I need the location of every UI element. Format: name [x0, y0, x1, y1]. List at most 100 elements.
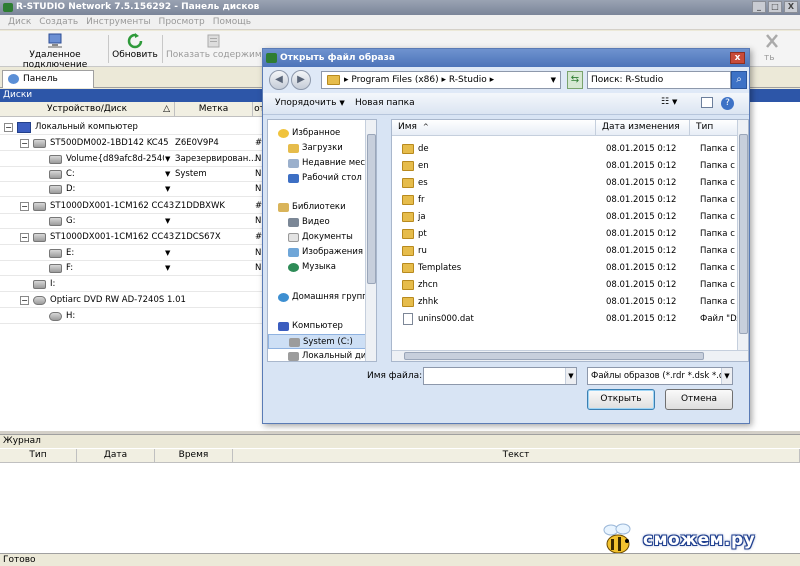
dialog-close-button[interactable]: x [730, 52, 745, 64]
back-button[interactable]: ◀ [269, 70, 289, 90]
tree-row-disk[interactable]: − ST500DM002-1BD142 KC45 Z6E0V9P4 # [0, 136, 265, 151]
tree-label: ST1000DX001-1CM162 CC43 [50, 232, 175, 242]
refresh-button[interactable]: Обновить [112, 33, 158, 65]
file-row[interactable]: fr 08.01.2015 0:12 Папка с фай [392, 192, 748, 209]
window-controls: _ □ X [752, 1, 798, 13]
file-row[interactable]: zhhk 08.01.2015 0:12 Папка с фай [392, 294, 748, 311]
file-row[interactable]: es 08.01.2015 0:12 Папка с фай [392, 175, 748, 192]
file-hscroll-thumb[interactable] [404, 352, 704, 360]
help-icon[interactable]: ? [721, 97, 734, 110]
file-row[interactable]: zhcn 08.01.2015 0:12 Папка с фай [392, 277, 748, 294]
file-vscroll-thumb[interactable] [739, 134, 748, 334]
tree-row-dvd[interactable]: − Optiarc DVD RW AD-7240S 1.01 [0, 293, 265, 308]
journal-col-time[interactable]: Время [155, 449, 233, 463]
nav-libraries[interactable]: Библиотеки [268, 200, 368, 215]
address-dropdown-icon[interactable]: ▼ [551, 72, 556, 88]
tree-row-volume[interactable]: D: ▼ N [0, 182, 265, 197]
search-input[interactable]: Поиск: R-Studio [587, 71, 731, 89]
cancel-button[interactable]: Отмена [665, 389, 733, 410]
file-row[interactable]: ja 08.01.2015 0:12 Папка с фай [392, 209, 748, 226]
watermark-text: сможем.ру [643, 530, 756, 550]
search-icon[interactable]: ⌕ [731, 71, 747, 89]
nav-video[interactable]: Видео [268, 215, 368, 230]
tree-row-volume[interactable]: H: [0, 309, 265, 324]
file-type-dropdown-icon[interactable]: ▼ [721, 368, 732, 384]
nav-music[interactable]: Музыка [268, 260, 368, 275]
address-bar[interactable]: ▸ Program Files (x86) ▸ R-Studio ▸ ▼ [321, 71, 561, 89]
new-folder-button[interactable]: Новая папка [355, 98, 415, 108]
tree-row-volume[interactable]: Volume{d89afc8d-2540-1... ▼ Зарезервиров… [0, 152, 265, 167]
show-contents-label: Показать содержимое [166, 50, 262, 60]
tree-row-local-computer[interactable]: − Локальный компьютер [0, 120, 265, 135]
nav-scrollbar[interactable] [365, 120, 376, 361]
menu-tools[interactable]: Инструменты [82, 17, 154, 27]
file-row[interactable]: en 08.01.2015 0:12 Папка с фай [392, 158, 748, 175]
collapse-icon[interactable]: − [20, 296, 29, 305]
nav-homegroup[interactable]: Домашняя группа [268, 290, 373, 305]
remote-connect-button[interactable]: Удаленное подключение [6, 33, 104, 70]
organize-label: Упорядочить [275, 98, 337, 108]
maximize-button[interactable]: □ [768, 1, 782, 13]
menu-help[interactable]: Помощь [209, 17, 255, 27]
col-date[interactable]: Дата изменения [596, 120, 690, 136]
file-type-select[interactable]: Файлы образов (*.rdr *.dsk *.d [587, 367, 733, 385]
col-name[interactable]: Имя ^ [392, 120, 596, 136]
journal-col-type[interactable]: Тип [0, 449, 77, 463]
tree-row-volume[interactable]: E: ▼ N [0, 246, 265, 261]
tab-disk-panel[interactable]: Панель дисков [2, 70, 94, 100]
nav-desktop[interactable]: Рабочий стол [268, 171, 368, 186]
col-device[interactable]: Устройство/Диск △ [0, 102, 175, 117]
file-row[interactable]: de 08.01.2015 0:12 Папка с фай [392, 141, 748, 158]
nav-favorites[interactable]: Избранное [268, 126, 368, 141]
file-row[interactable]: ru 08.01.2015 0:12 Папка с фай [392, 243, 748, 260]
nav-system-c[interactable]: System (C:) [268, 334, 368, 349]
journal-col-date[interactable]: Дата [77, 449, 155, 463]
preview-pane-icon[interactable] [701, 97, 713, 108]
breadcrumb-part[interactable]: R-Studio [449, 75, 487, 85]
filename-input[interactable] [423, 367, 577, 385]
tree-row-volume[interactable]: F: ▼ N [0, 261, 265, 276]
collapse-icon[interactable]: − [4, 123, 13, 132]
nav-documents[interactable]: Документы [268, 230, 368, 245]
file-row[interactable]: pt 08.01.2015 0:12 Папка с фай [392, 226, 748, 243]
folder-icon [402, 161, 414, 171]
filename-dropdown-icon[interactable]: ▼ [565, 368, 576, 384]
toolbar-right-button[interactable]: ть [752, 33, 792, 65]
file-vscrollbar[interactable] [737, 120, 748, 352]
minimize-button[interactable]: _ [752, 1, 766, 13]
organize-button[interactable]: Упорядочить ▼ [275, 98, 345, 108]
nav-computer[interactable]: Компьютер [268, 319, 368, 334]
nav-pictures[interactable]: Изображения [268, 245, 368, 260]
file-row[interactable]: unins000.dat 08.01.2015 0:12 Файл "DAT" [392, 311, 748, 328]
collapse-icon[interactable]: − [20, 233, 29, 242]
nav-downloads[interactable]: Загрузки [268, 141, 368, 156]
tree-row-volume[interactable]: G: ▼ N [0, 214, 265, 229]
menu-disk[interactable]: Диск [4, 17, 35, 27]
menu-create[interactable]: Создать [35, 17, 82, 27]
collapse-icon[interactable]: − [20, 139, 29, 148]
close-button[interactable]: X [784, 1, 798, 13]
tree-row-volume[interactable]: I: [0, 277, 265, 292]
tree-row-volume[interactable]: C: ▼ System N [0, 167, 265, 182]
show-contents-button[interactable]: Показать содержимое [166, 33, 262, 65]
tree-row-disk[interactable]: − ST1000DX001-1CM162 CC43 Z1DDBXWK # [0, 199, 265, 214]
open-button[interactable]: Открыть [587, 389, 655, 410]
menu-view[interactable]: Просмотр [155, 17, 209, 27]
refresh-icon[interactable]: ⇆ [567, 71, 583, 89]
nav-local-disk[interactable]: Локальный диск ( [268, 349, 376, 361]
collapse-icon[interactable]: − [20, 202, 29, 211]
nav-scroll-thumb[interactable] [367, 134, 376, 284]
col-mark[interactable]: Метка [175, 102, 253, 117]
tree-row-disk[interactable]: − ST1000DX001-1CM162 CC43 Z1DCS67X # [0, 230, 265, 245]
file-date: 08.01.2015 0:12 [606, 161, 677, 171]
volume-icon [49, 264, 62, 273]
file-row[interactable]: Templates 08.01.2015 0:12 Папка с фай [392, 260, 748, 277]
dialog-titlebar: Открыть файл образа x [263, 49, 749, 67]
breadcrumb-part[interactable]: Program Files (x86) [351, 75, 438, 85]
nav-recent-places[interactable]: Недавние места [268, 156, 375, 171]
journal-col-text[interactable]: Текст [233, 449, 800, 463]
volume-icon [49, 217, 62, 226]
forward-button[interactable]: ▶ [291, 70, 311, 90]
file-hscrollbar[interactable] [392, 350, 748, 361]
view-options-icon[interactable]: ☷ ▼ [661, 97, 677, 107]
